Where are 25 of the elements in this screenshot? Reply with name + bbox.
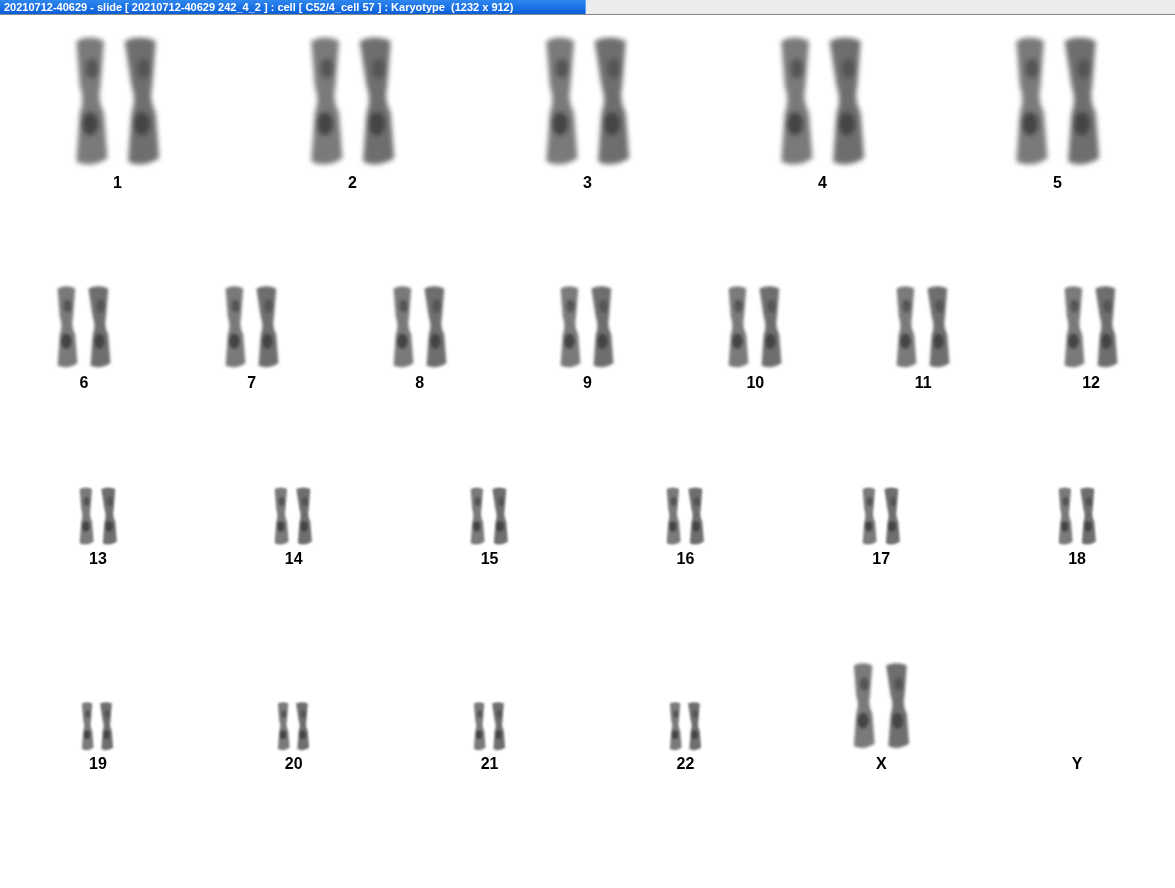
chromosome-label: 10 — [746, 374, 765, 392]
chromosome-label: 14 — [284, 550, 303, 568]
chromosome-label: 1 — [113, 174, 122, 192]
chromosome-label: 3 — [583, 174, 592, 192]
chromosome-label: 9 — [583, 374, 592, 392]
chromosome-label: 5 — [1053, 174, 1062, 192]
chromosome-label: 22 — [676, 755, 695, 773]
window-title: 20210712-40629 - slide [ 20210712-40629 242_4_2 ] : cell [ C52/4_cell 57 ] : Karyotype (1232 x 912) — [0, 0, 586, 14]
chromosome-label: 13 — [89, 550, 107, 568]
chromosome-label: 15 — [480, 550, 499, 568]
chromosome-label: 11 — [914, 374, 932, 392]
chromosome-label: 7 — [247, 374, 257, 392]
chromosome-label: Y — [1071, 755, 1083, 773]
chromosome-label: 16 — [676, 550, 695, 568]
chromosome-label: 19 — [89, 755, 107, 773]
chromosome-label: 8 — [415, 374, 425, 392]
chromosome-label: 18 — [1068, 550, 1086, 568]
chromosome-label: 4 — [818, 174, 827, 192]
chromosome-label: 21 — [480, 755, 499, 773]
chromosome-label: X — [875, 755, 887, 773]
chromosome-label: 20 — [284, 755, 303, 773]
chromosome-label: 2 — [348, 174, 357, 192]
chromosome-label: 12 — [1082, 374, 1100, 392]
chromosome-label: 6 — [79, 374, 89, 392]
chromosome-label: 17 — [872, 550, 891, 568]
